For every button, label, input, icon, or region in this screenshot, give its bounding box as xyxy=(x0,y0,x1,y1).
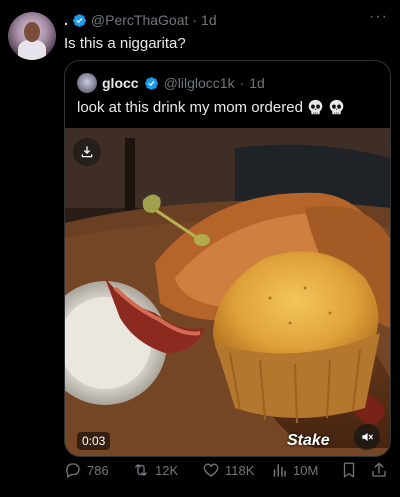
more-options-icon[interactable]: ··· xyxy=(369,8,388,26)
quote-display-name[interactable]: glocc xyxy=(102,75,139,91)
separator: · xyxy=(192,12,198,28)
handle[interactable]: @PercThaGoat xyxy=(91,12,188,28)
reply-button[interactable]: 786 xyxy=(64,461,109,479)
download-icon xyxy=(81,146,93,158)
bookmark-button[interactable] xyxy=(340,461,358,479)
volume-muted-icon xyxy=(362,432,373,442)
repost-button[interactable]: 12K xyxy=(132,461,178,479)
video-player[interactable]: 0:03 Stake xyxy=(65,128,390,456)
analytics-icon xyxy=(273,464,286,477)
heart-icon xyxy=(203,463,219,477)
view-count: 10M xyxy=(293,462,319,478)
views-button[interactable]: 10M xyxy=(270,461,318,479)
share-button[interactable] xyxy=(370,461,388,479)
reply-count: 786 xyxy=(87,462,109,478)
verified-badge-icon xyxy=(72,13,86,27)
skull-icon xyxy=(329,99,344,115)
quote-text-row: look at this drink my mom ordered xyxy=(77,99,345,116)
quote-handle[interactable]: @lilglocc1k xyxy=(164,75,235,91)
video-frame xyxy=(65,128,390,456)
display-name[interactable]: . xyxy=(64,12,68,28)
share-icon xyxy=(372,462,386,477)
video-duration: 0:03 xyxy=(77,432,111,450)
tweet-text: Is this a niggarita? xyxy=(64,35,186,52)
quoted-tweet[interactable]: glocc @lilglocc1k · 1d look at this drin… xyxy=(64,60,391,457)
repost-count: 12K xyxy=(155,462,179,478)
repost-icon xyxy=(135,464,147,476)
separator: · xyxy=(239,75,245,91)
action-bar: 786 12K 118K 10M xyxy=(64,461,392,481)
like-button[interactable]: 118K xyxy=(202,461,254,479)
avatar[interactable] xyxy=(8,12,56,60)
tweet-header: . @PercThaGoat · 1d xyxy=(64,12,217,28)
reply-icon xyxy=(66,463,80,478)
like-count: 118K xyxy=(225,462,255,478)
quote-avatar[interactable] xyxy=(77,73,97,93)
skull-icon xyxy=(308,99,323,115)
verified-badge-icon xyxy=(144,76,158,90)
quote-timestamp[interactable]: 1d xyxy=(249,75,265,91)
bookmark-icon xyxy=(343,462,355,478)
quote-text: look at this drink my mom ordered xyxy=(77,99,303,116)
watermark-text: Stake xyxy=(287,432,330,449)
download-button[interactable] xyxy=(73,138,101,166)
timestamp[interactable]: 1d xyxy=(201,12,217,28)
quote-header: glocc @lilglocc1k · 1d xyxy=(77,73,265,93)
mute-toggle-button[interactable] xyxy=(354,424,380,450)
